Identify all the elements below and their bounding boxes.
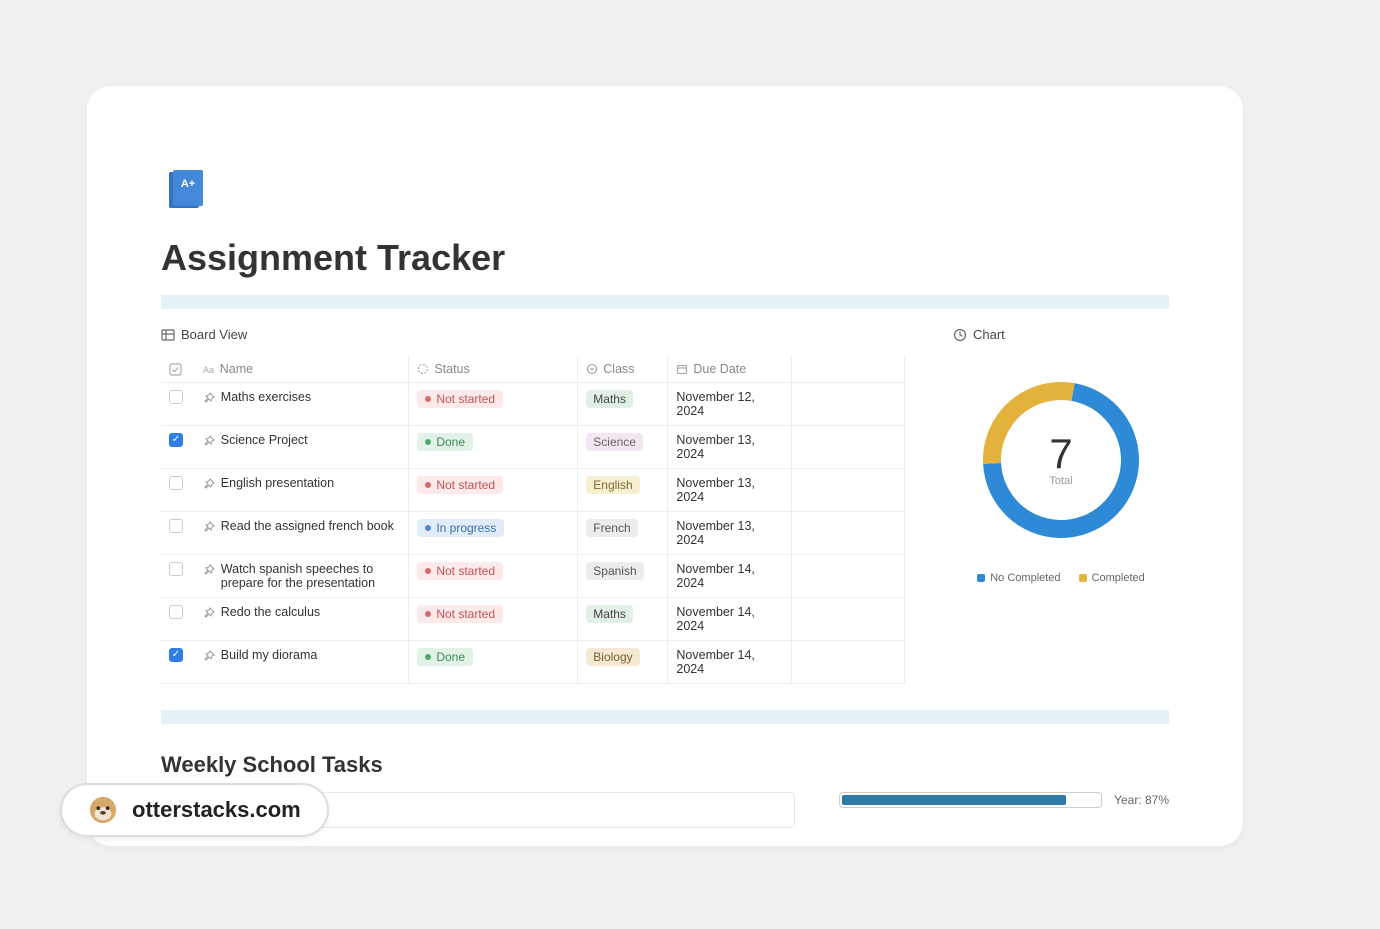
legend-item: No Completed [977,572,1060,584]
status-pill: Done [417,433,473,451]
table-row[interactable]: Maths exercises Not started Maths Novemb… [161,383,905,426]
pin-icon [203,478,215,490]
progress-bar [839,792,1102,808]
donut-total-value: 7 [1049,433,1072,475]
class-pill: Spanish [586,562,643,580]
row-checkbox[interactable] [169,562,183,576]
row-name: Science Project [221,433,308,447]
status-pill: In progress [417,519,504,537]
clock-icon [953,328,967,342]
checkbox-header-icon [169,363,182,376]
text-icon: Aa [203,363,215,375]
row-checkbox[interactable] [169,390,183,404]
row-checkbox[interactable] [169,648,183,662]
col-header-name[interactable]: Aa Name [195,356,409,383]
status-icon [417,363,429,375]
row-name: Maths exercises [221,390,311,404]
row-due-date: November 13, 2024 [668,469,792,512]
status-pill: Not started [417,562,503,580]
row-checkbox[interactable] [169,433,183,447]
page-card: A+ Assignment Tracker Board View [87,86,1243,846]
page-title: Assignment Tracker [161,237,1169,279]
table-row[interactable]: Read the assigned french book In progres… [161,512,905,555]
board-view-tab[interactable]: Board View [161,327,905,342]
class-pill: Maths [586,390,633,408]
pin-icon [203,392,215,404]
status-pill: Not started [417,605,503,623]
row-checkbox[interactable] [169,605,183,619]
donut-total-label: Total [1049,475,1072,487]
col-header-class[interactable]: Class [578,356,668,383]
col-header-status[interactable]: Status [409,356,578,383]
col-status-label: Status [434,362,469,376]
watermark-badge[interactable]: otterstacks.com [60,783,329,837]
class-pill: Biology [586,648,639,666]
assignments-table: Aa Name Status [161,356,905,684]
table-icon [161,328,175,342]
status-pill: Done [417,648,473,666]
class-pill: Science [586,433,643,451]
board-view-label: Board View [181,327,247,342]
table-row[interactable]: Build my diorama Done Biology November 1… [161,641,905,684]
pin-icon [203,435,215,447]
table-row[interactable]: Redo the calculus Not started Maths Nove… [161,598,905,641]
status-pill: Not started [417,390,503,408]
progress-fill [842,795,1066,805]
col-name-label: Name [220,362,253,376]
class-pill: English [586,476,639,494]
chart-tab[interactable]: Chart [953,327,1169,342]
row-checkbox[interactable] [169,476,183,490]
svg-text:Aa: Aa [203,365,214,375]
col-due-label: Due Date [693,362,746,376]
row-name: Build my diorama [221,648,318,662]
row-name: Read the assigned french book [221,519,394,533]
donut-chart: 7 Total No Completed Completed [953,366,1169,584]
pin-icon [203,650,215,662]
table-row[interactable]: Watch spanish speeches to prepare for th… [161,555,905,598]
chart-label: Chart [973,327,1005,342]
col-class-label: Class [603,362,634,376]
row-checkbox[interactable] [169,519,183,533]
select-icon [586,363,598,375]
row-due-date: November 14, 2024 [668,598,792,641]
calendar-icon [676,363,688,375]
row-name: Watch spanish speeches to prepare for th… [221,562,401,590]
callout-divider [161,295,1169,309]
col-header-due[interactable]: Due Date [668,356,792,383]
weekly-section-title: Weekly School Tasks [161,752,1169,778]
pin-icon [203,564,215,576]
status-pill: Not started [417,476,503,494]
year-progress: Year: 87% [839,792,1169,808]
row-due-date: November 13, 2024 [668,426,792,469]
row-due-date: November 14, 2024 [668,555,792,598]
callout-divider [161,710,1169,724]
row-due-date: November 13, 2024 [668,512,792,555]
row-name: English presentation [221,476,334,490]
table-row[interactable]: Science Project Done Science November 13… [161,426,905,469]
pin-icon [203,521,215,533]
row-due-date: November 12, 2024 [668,383,792,426]
class-pill: French [586,519,637,537]
svg-text:A+: A+ [181,178,195,190]
table-row[interactable]: English presentation Not started English… [161,469,905,512]
page-icon-assignment: A+ [161,166,209,214]
row-due-date: November 14, 2024 [668,641,792,684]
class-pill: Maths [586,605,633,623]
watermark-text: otterstacks.com [132,797,301,823]
year-progress-label: Year: 87% [1114,793,1169,807]
legend-item: Completed [1079,572,1145,584]
pin-icon [203,607,215,619]
col-header-check[interactable] [161,356,195,383]
row-name: Redo the calculus [221,605,320,619]
col-header-extra [792,356,905,383]
otter-logo-icon [88,795,118,825]
